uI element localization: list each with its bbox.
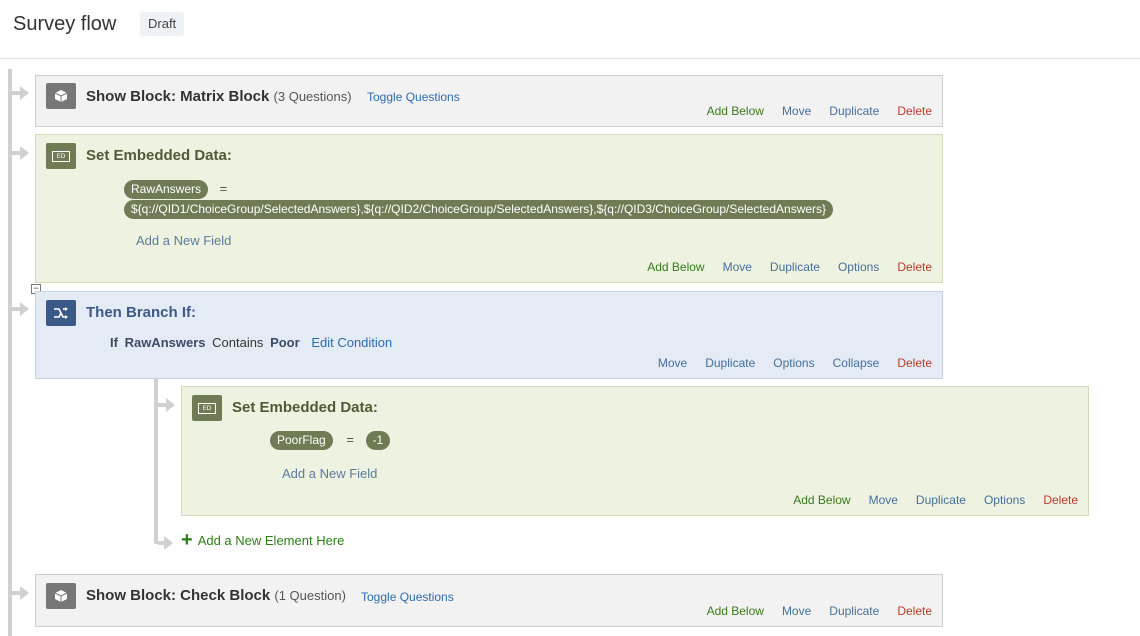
check-block-element: Show Block: Check Block (1 Question) Tog…	[35, 574, 943, 627]
nested-embedded-data-element: ED Set Embedded Data: PoorFlag = -1 Add …	[181, 386, 1089, 516]
options-button[interactable]: Options	[773, 356, 814, 370]
embedded-data-element: ED Set Embedded Data: RawAnswers = ${q:/…	[35, 134, 943, 283]
field-name-pill[interactable]: PoorFlag	[270, 431, 333, 450]
move-button[interactable]: Move	[723, 260, 752, 274]
question-count: (3 Questions)	[273, 89, 352, 104]
flow-arrow-head	[20, 86, 29, 100]
edit-condition-link[interactable]: Edit Condition	[311, 335, 392, 350]
toggle-questions-link[interactable]: Toggle Questions	[361, 590, 454, 604]
delete-button[interactable]: Delete	[897, 104, 932, 118]
block-title: Show Block: Check Block (1 Question)	[86, 587, 346, 604]
status-badge: Draft	[140, 12, 185, 36]
options-button[interactable]: Options	[984, 493, 1025, 507]
flow-arrow-head	[20, 302, 29, 316]
add-new-element-label: Add a New Element Here	[197, 532, 345, 548]
block-title: Show Block: Matrix Block (3 Questions)	[86, 88, 352, 105]
delete-button[interactable]: Delete	[1043, 493, 1078, 507]
add-below-button[interactable]: Add Below	[793, 493, 850, 507]
embedded-data-icon: ED	[46, 143, 76, 169]
duplicate-button[interactable]: Duplicate	[705, 356, 755, 370]
add-new-field-link[interactable]: Add a New Field	[136, 233, 231, 248]
equals-sign: =	[219, 181, 228, 196]
add-below-button[interactable]: Add Below	[707, 604, 764, 618]
equals-sign: =	[346, 432, 354, 447]
add-below-button[interactable]: Add Below	[707, 104, 764, 118]
toggle-questions-link[interactable]: Toggle Questions	[367, 90, 460, 104]
element-actions: Add Below Move Duplicate Delete	[707, 104, 932, 118]
element-actions: Add Below Move Duplicate Options Delete	[793, 493, 1078, 507]
duplicate-button[interactable]: Duplicate	[829, 104, 879, 118]
element-actions: Add Below Move Duplicate Options Delete	[647, 260, 932, 274]
embedded-field-row: PoorFlag = -1	[270, 431, 391, 450]
question-count: (1 Question)	[274, 588, 346, 603]
embedded-data-icon: ED	[192, 395, 222, 421]
add-below-button[interactable]: Add Below	[647, 260, 704, 274]
element-actions: Move Duplicate Options Collapse Delete	[658, 356, 932, 370]
embedded-field-row: RawAnswers =	[124, 180, 227, 199]
matrix-block-element: Show Block: Matrix Block (3 Questions) T…	[35, 75, 943, 127]
options-button[interactable]: Options	[838, 260, 879, 274]
cube-icon	[46, 583, 76, 609]
condition-value: Poor	[270, 335, 300, 350]
flow-arrow-head	[164, 536, 173, 550]
branch-title: Then Branch If:	[86, 304, 197, 321]
field-name-pill[interactable]: RawAnswers	[124, 180, 209, 199]
add-new-element-link[interactable]: + Add a New Element Here	[181, 529, 345, 551]
branch-element: Then Branch If: If RawAnswers Contains P…	[35, 291, 943, 379]
field-value-pill[interactable]: -1	[365, 431, 391, 450]
condition-if: If	[110, 335, 118, 350]
flow-arrow-head	[20, 586, 29, 600]
delete-button[interactable]: Delete	[897, 260, 932, 274]
condition-operator: Contains	[212, 335, 264, 350]
move-button[interactable]: Move	[658, 356, 687, 370]
flow-arrow-head	[166, 398, 175, 412]
cube-icon	[46, 83, 76, 109]
branch-icon	[46, 300, 76, 326]
collapse-button[interactable]: Collapse	[833, 356, 880, 370]
element-actions: Add Below Move Duplicate Delete	[707, 604, 932, 618]
page-title: Survey flow	[13, 13, 117, 35]
condition-field: RawAnswers	[124, 335, 206, 350]
move-button[interactable]: Move	[869, 493, 898, 507]
delete-button[interactable]: Delete	[897, 604, 932, 618]
duplicate-button[interactable]: Duplicate	[916, 493, 966, 507]
plus-icon: +	[181, 529, 193, 551]
add-new-field-link[interactable]: Add a New Field	[282, 466, 377, 481]
embedded-data-title: Set Embedded Data:	[86, 147, 232, 164]
flow-arrow-head	[20, 146, 29, 160]
delete-button[interactable]: Delete	[897, 356, 932, 370]
duplicate-button[interactable]: Duplicate	[829, 604, 879, 618]
duplicate-button[interactable]: Duplicate	[770, 260, 820, 274]
branch-condition: If RawAnswers Contains Poor Edit Conditi…	[110, 335, 392, 350]
move-button[interactable]: Move	[782, 104, 811, 118]
field-value-pill[interactable]: ${q://QID1/ChoiceGroup/SelectedAnswers},…	[124, 200, 834, 219]
page-header: Survey flow Draft	[0, 0, 1140, 59]
move-button[interactable]: Move	[782, 604, 811, 618]
embedded-data-title: Set Embedded Data:	[232, 399, 378, 416]
